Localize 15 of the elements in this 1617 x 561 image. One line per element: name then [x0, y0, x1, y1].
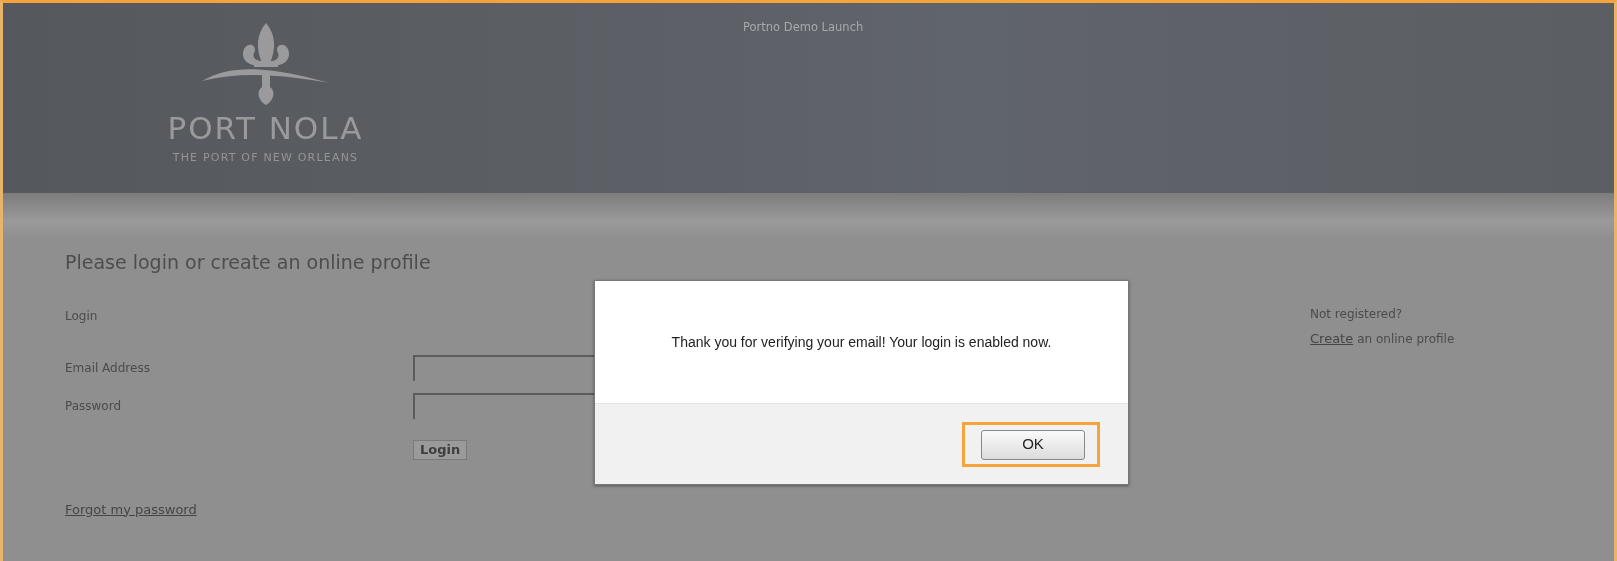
field-label: Email Address	[65, 359, 151, 377]
dialog-message: Thank you for verifying your email! Your login is enabled now.	[671, 332, 1052, 352]
logo-title: PORT NOLA	[167, 113, 364, 144]
field-label: Password	[65, 397, 123, 415]
header-link[interactable]: Portno Demo Launch	[743, 19, 864, 35]
registration-text: an online profile	[1357, 331, 1455, 348]
section-label: Login	[65, 307, 99, 325]
forgot-password-link[interactable]: Forgot my password	[65, 501, 197, 517]
registration-question: Not registered?	[1310, 306, 1404, 323]
fleur-de-lis-icon	[201, 23, 330, 105]
create-link[interactable]: Create	[1310, 329, 1354, 349]
ok-button[interactable]: OK	[981, 429, 1085, 460]
logo-subtitle: THE PORT OF NEW ORLEANS	[172, 150, 359, 166]
login-button[interactable]: Login	[413, 439, 468, 460]
page-heading: Please login or create an online profile	[65, 250, 432, 275]
